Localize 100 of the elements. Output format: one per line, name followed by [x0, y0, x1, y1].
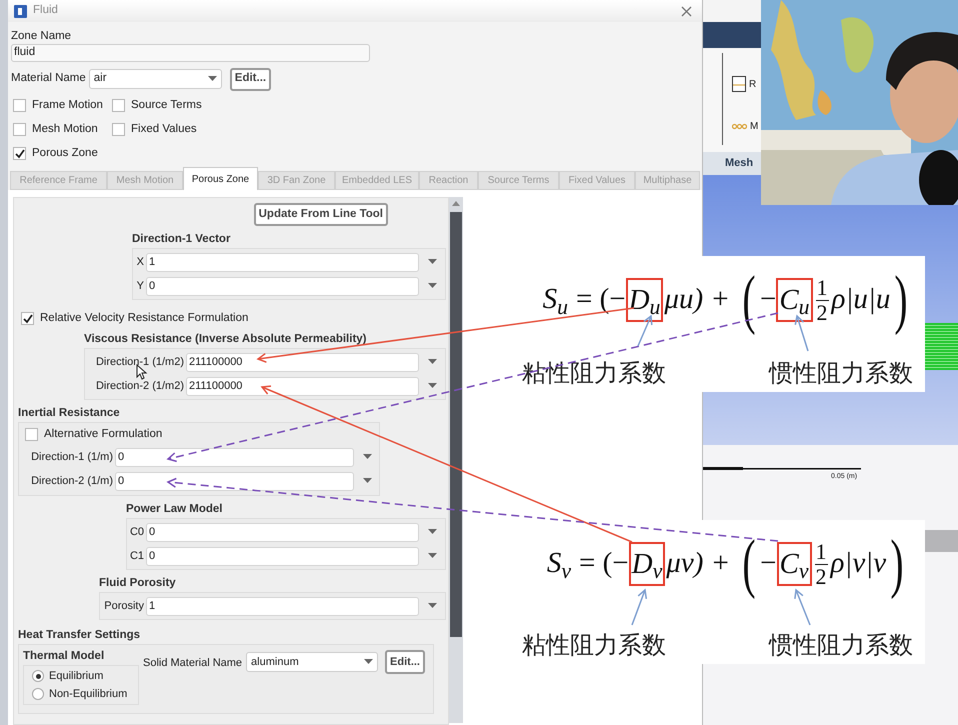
pointer-arrow — [637, 314, 653, 346]
checkbox-label: Frame Motion — [32, 98, 103, 113]
input-field[interactable]: 0 — [146, 546, 419, 566]
edit-button[interactable]: Edit... — [230, 68, 272, 90]
checkbox-label: Relative Velocity Resistance Formulation — [40, 310, 248, 326]
cursor-icon — [136, 364, 148, 380]
field-label: C1 — [128, 548, 145, 564]
dropdown-arrow-icon — [428, 259, 436, 265]
math-text: S$_{u}$ — [542, 282, 568, 321]
panel-title: Mesh — [725, 156, 754, 172]
checkbox[interactable] — [112, 123, 125, 136]
update-from-line-tool-button[interactable]: Update From Line Tool — [254, 203, 388, 226]
input-field[interactable]: 0 — [146, 522, 419, 542]
annotation-label: 惯性阻力系数 — [769, 358, 913, 388]
check-icon — [14, 148, 24, 158]
radio-label: Equilibrium — [49, 668, 104, 684]
math-text: μu) + — [664, 282, 730, 318]
annotation-label: 粘性阻力系数 — [522, 358, 666, 388]
field-label: Direction-2 (1/m2) — [94, 378, 185, 394]
scroll-up-icon — [452, 201, 460, 206]
input-field[interactable]: 0 — [115, 448, 354, 466]
fraction-numerator: 1 — [814, 540, 828, 564]
dropdown-arrow-icon — [428, 603, 436, 609]
math-text: = (− — [576, 282, 626, 318]
field-label: Material Name — [11, 71, 86, 86]
region-icon — [732, 76, 746, 92]
dropdown-arrow-icon — [428, 383, 436, 389]
math-text: = (− — [579, 546, 629, 582]
checkbox-label: Alternative Formulation — [44, 426, 162, 442]
checkbox[interactable] — [13, 99, 26, 112]
math-text: ) — [894, 265, 908, 335]
dropdown-arrow-icon — [428, 553, 436, 559]
highlighted-term: D$_{v}$ — [628, 542, 666, 586]
field-label: Zone Name — [11, 29, 72, 43]
radio-button[interactable] — [32, 670, 44, 682]
edit-button[interactable]: Edit... — [385, 650, 425, 674]
field-label: Direction-1 (1/m) — [30, 450, 114, 465]
section-heading: Direction-1 Vector — [132, 232, 232, 247]
field-label: Porosity — [103, 598, 145, 614]
material-dropdown[interactable]: air — [88, 69, 222, 89]
fraction-denominator: 2 — [816, 300, 828, 324]
pointer-arrow — [794, 314, 809, 352]
fraction-numerator: 1 — [816, 276, 829, 300]
checkbox[interactable] — [13, 147, 26, 160]
input-field[interactable]: 1 — [146, 252, 419, 272]
checkbox-label: Source Terms — [131, 98, 202, 113]
scrollbar-thumb[interactable] — [450, 212, 462, 637]
input-field[interactable]: 211100000 — [186, 352, 419, 372]
dropdown-arrow-icon — [428, 529, 436, 535]
checkbox[interactable] — [13, 123, 26, 136]
dropdown-arrow-icon — [208, 76, 217, 82]
math-text: ρ|v|v — [830, 546, 886, 582]
field-label: Y — [136, 278, 145, 294]
highlighted-term: D$_{u}$ — [626, 278, 664, 322]
pointer-arrow — [794, 588, 811, 626]
pointer-arrow — [631, 588, 648, 626]
checkbox[interactable] — [21, 312, 34, 325]
field-label: Direction-1 (1/m2) — [94, 354, 185, 370]
input-field[interactable]: 0 — [115, 472, 354, 490]
check-icon — [22, 314, 32, 324]
field-label: C0 — [128, 524, 145, 540]
input-field[interactable]: fluid — [11, 44, 370, 62]
checkbox-label: Porous Zone — [32, 146, 98, 161]
highlighted-term: C$_{v}$ — [776, 542, 812, 586]
section-heading: Thermal Model — [23, 649, 106, 663]
close-icon — [681, 6, 692, 16]
checkbox[interactable] — [112, 99, 125, 112]
field-label: Solid Material Name — [143, 656, 242, 671]
section-heading: Inertial Resistance — [18, 406, 121, 421]
math-text: − — [760, 282, 776, 318]
dropdown-arrow-icon — [362, 478, 372, 484]
input-field[interactable]: 1 — [146, 596, 419, 616]
field-label: Direction-2 (1/m) — [30, 474, 114, 489]
radio-button[interactable] — [32, 688, 44, 700]
math-text: ρ|u|u — [832, 282, 890, 318]
dropdown-arrow-icon — [428, 359, 436, 365]
math-text: S$_{v}$ — [546, 546, 572, 585]
field-label: X — [136, 254, 145, 270]
math-text: μv) + — [666, 546, 730, 582]
math-text: ( — [742, 265, 756, 335]
ribbon-label: M — [750, 120, 758, 134]
annotation-label: 惯性阻力系数 — [769, 630, 913, 660]
dropdown-arrow-icon — [362, 454, 372, 460]
radio-label: Non-Equilibrium — [49, 686, 128, 702]
checkbox[interactable] — [25, 428, 38, 441]
annotation-label: 粘性阻力系数 — [522, 630, 666, 660]
section-heading: Heat Transfer Settings — [18, 628, 142, 643]
checkbox-label: Mesh Motion — [32, 122, 98, 137]
highlighted-term: C$_{u}$ — [776, 278, 813, 322]
math-text: − — [760, 546, 777, 582]
input-field[interactable]: 0 — [146, 276, 419, 296]
window-title: Fluid — [33, 3, 58, 18]
math-text: ( — [742, 529, 756, 599]
solid-material-dropdown[interactable]: aluminum — [246, 652, 378, 672]
scrollbar[interactable] — [449, 197, 463, 723]
ribbon-label: R — [749, 78, 756, 92]
section-heading: Viscous Resistance (Inverse Absolute Permeability) — [84, 332, 368, 347]
input-field[interactable]: 211100000 — [186, 376, 419, 396]
fraction-denominator: 2 — [816, 564, 827, 588]
tab[interactable]: Porous Zone — [183, 167, 258, 190]
